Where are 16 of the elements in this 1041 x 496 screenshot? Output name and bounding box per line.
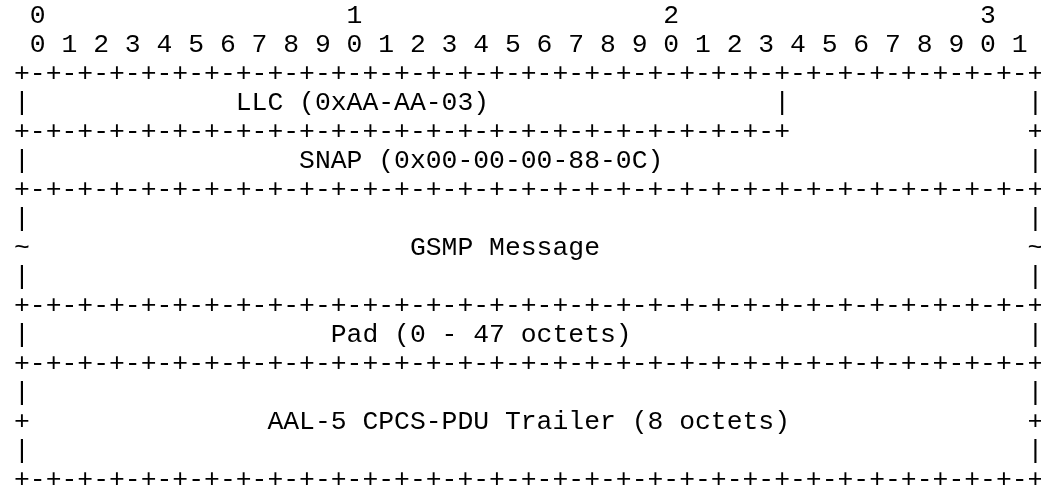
diagram-text-line: +-+-+-+-+-+-+-+-+-+-+-+-+-+-+-+-+-+-+-+-+-+-+-+-+-+-+-+-+-+-+-+-+ (14, 350, 1041, 379)
diagram-text-line: | | (14, 263, 1041, 292)
diagram-text-line: +-+-+-+-+-+-+-+-+-+-+-+-+-+-+-+-+-+-+-+-+-+-+-+-+ + (14, 118, 1041, 147)
diagram-text-line: + AAL-5 CPCS-PDU Trailer (8 octets) + (14, 408, 1041, 437)
diagram-text-line: +-+-+-+-+-+-+-+-+-+-+-+-+-+-+-+-+-+-+-+-+-+-+-+-+-+-+-+-+-+-+-+-+ (14, 466, 1041, 495)
diagram-text-line: | | (14, 205, 1041, 234)
diagram-text-line: +-+-+-+-+-+-+-+-+-+-+-+-+-+-+-+-+-+-+-+-+-+-+-+-+-+-+-+-+-+-+-+-+ (14, 60, 1041, 89)
diagram-text-line: | LLC (0xAA-AA-03) | | (14, 89, 1041, 118)
diagram-text-line: | Pad (0 - 47 octets) | (14, 321, 1041, 350)
diagram-text-line: 0 1 2 3 (28, 2, 996, 31)
diagram-text-line: | SNAP (0x00-00-00-88-0C) | (14, 147, 1041, 176)
diagram-text-line: | | (14, 379, 1041, 408)
diagram-text-line: +-+-+-+-+-+-+-+-+-+-+-+-+-+-+-+-+-+-+-+-+-+-+-+-+-+-+-+-+-+-+-+-+ (14, 176, 1041, 205)
diagram-text-line: +-+-+-+-+-+-+-+-+-+-+-+-+-+-+-+-+-+-+-+-+-+-+-+-+-+-+-+-+-+-+-+-+ (14, 292, 1041, 321)
diagram-text-line: 0 1 2 3 4 5 6 7 8 9 0 1 2 3 4 5 6 7 8 9 0 1 2 3 4 5 6 7 8 9 0 1 (28, 31, 1028, 60)
diagram-text-line: | | (14, 437, 1041, 466)
